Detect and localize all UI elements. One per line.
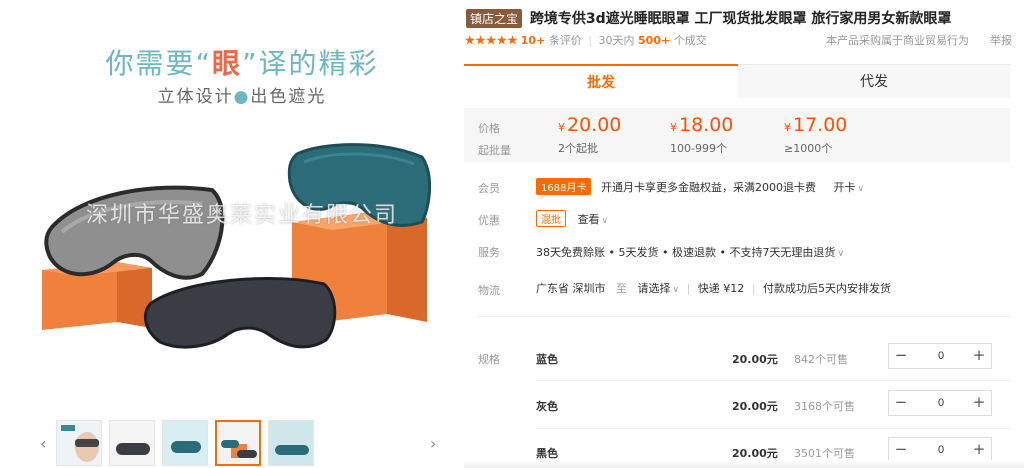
- tier-qty: 100-999个: [670, 142, 727, 155]
- row-divider: [536, 380, 1010, 381]
- quantity-input[interactable]: [919, 391, 963, 415]
- tab-dropship[interactable]: 代发: [738, 64, 1010, 98]
- sku-price: 20.00元: [732, 447, 778, 460]
- sku-label: 规格: [478, 353, 500, 366]
- product-gallery: 你需要“眼”译的精彩 立体设计●出色遮光 深圳市华盛奥莱实业有限公司 ‹ ›: [0, 0, 462, 468]
- currency-symbol: ¥: [670, 121, 677, 134]
- chevron-down-icon: ∨: [672, 285, 680, 295]
- thumbnail[interactable]: [268, 420, 314, 466]
- view-discount-button[interactable]: 查看 ∨: [578, 213, 609, 226]
- row-divider: [536, 428, 1010, 429]
- member-card-badge: 1688月卡: [536, 178, 592, 195]
- sku-stock: 3501个可售: [794, 447, 855, 460]
- discount-label: 优惠: [478, 214, 500, 227]
- sold-suffix: 个成交: [673, 34, 707, 47]
- discount-row: 混批 查看 ∨: [536, 210, 608, 227]
- quantity-stepper: − +: [888, 390, 992, 416]
- price-box: 价格 起批量 ¥20.00 2个起批 ¥18.00 100-999个 ¥17.0…: [464, 108, 1010, 162]
- destination-select[interactable]: 请选择 ∨: [638, 282, 680, 295]
- tier-price: 20.00: [567, 114, 622, 136]
- chevron-left-icon[interactable]: ‹: [40, 434, 46, 453]
- member-label: 会员: [478, 182, 500, 195]
- increase-button[interactable]: +: [967, 438, 991, 462]
- bottom-shadow: [464, 460, 1024, 468]
- express-fee: 快递 ¥12: [697, 282, 745, 295]
- sold-count: 500+: [638, 34, 671, 47]
- trade-notice: 本产品采购属于商业贸易行为: [826, 34, 970, 47]
- price-tier: ¥17.00 ≥1000个: [784, 114, 847, 156]
- sku-name: 蓝色: [536, 353, 558, 366]
- sku-stock: 842个可售: [794, 353, 848, 366]
- quantity-stepper: − +: [888, 343, 992, 369]
- thumbnail[interactable]: [162, 420, 208, 466]
- decrease-button[interactable]: −: [889, 391, 913, 415]
- sku-price: 20.00元: [732, 353, 778, 366]
- thumbnail-strip: ‹ ›: [40, 420, 442, 466]
- quantity-input[interactable]: [919, 438, 963, 462]
- moq-label: 起批量: [478, 144, 511, 157]
- logistics-row: 广东省 深圳市 至 请选择 ∨ | 快递 ¥12 | 付款成功后5天内安排发货: [536, 280, 891, 296]
- open-card-label: 开卡: [833, 181, 856, 194]
- open-card-button[interactable]: 开卡 ∨: [833, 181, 864, 194]
- rating-row: ★★★★★ 10+ 条评价 | 30天内 500+ 个成交 本产品采购属于商业贸…: [464, 32, 1012, 49]
- hero-subtitle: 立体设计●出色遮光: [157, 87, 327, 107]
- chevron-down-icon: ∨: [837, 249, 845, 259]
- divider: |: [686, 282, 691, 295]
- product-info: 镇店之宝 跨境专供3d遮光睡眠眼罩 工厂现货批发眼罩 旅行家用男女新款眼罩 ★★…: [464, 0, 1024, 468]
- divider: |: [751, 282, 756, 295]
- member-row: 1688月卡 开通月卡享更多金融权益，采满2000退卡费 开卡 ∨: [536, 178, 864, 195]
- currency-symbol: ¥: [558, 121, 565, 134]
- sold-prefix: 30天内: [598, 34, 635, 47]
- service-row[interactable]: 38天免费赊账 • 5天发货 • 极速退款 • 不支持7天无理由退货 ∨: [536, 244, 844, 260]
- price-tier: ¥18.00 100-999个: [670, 114, 733, 156]
- divider: |: [588, 34, 593, 47]
- currency-symbol: ¥: [784, 121, 791, 134]
- tier-qty: 2个起批: [558, 142, 598, 155]
- chevron-down-icon: ∨: [857, 184, 865, 194]
- view-discount-label: 查看: [577, 213, 600, 226]
- thumbnail[interactable]: [215, 420, 261, 466]
- tier-price: 17.00: [793, 114, 848, 136]
- logistics-label: 物流: [478, 284, 500, 297]
- to-label: 至: [616, 282, 627, 295]
- decrease-button[interactable]: −: [889, 344, 913, 368]
- thumbnail[interactable]: [109, 420, 155, 466]
- purchase-tabs: 批发 代发: [464, 64, 1010, 98]
- quantity-input[interactable]: [919, 344, 963, 368]
- price-label: 价格: [478, 122, 500, 135]
- product-title: 跨境专供3d遮光睡眠眼罩 工厂现货批发眼罩 旅行家用男女新款眼罩: [529, 11, 952, 27]
- destination-label: 请选择: [637, 282, 671, 295]
- service-text: 38天免费赊账 • 5天发货 • 极速退款 • 不支持7天无理由退货: [536, 246, 836, 259]
- sku-price: 20.00元: [732, 400, 778, 413]
- tier-qty: ≥1000个: [784, 142, 833, 155]
- decrease-button[interactable]: −: [889, 438, 913, 462]
- report-link[interactable]: 举报: [990, 34, 1012, 47]
- chevron-down-icon: ∨: [601, 216, 609, 226]
- sku-name: 灰色: [536, 400, 558, 413]
- reviews-label[interactable]: 条评价: [549, 34, 582, 47]
- price-tier: ¥20.00 2个起批: [558, 114, 621, 156]
- sku-stock: 3168个可售: [794, 400, 855, 413]
- reviews-count[interactable]: 10+: [521, 34, 546, 47]
- hero-title: 你需要“眼”译的精彩: [105, 47, 379, 80]
- star-rating-icon: ★★★★★: [464, 33, 518, 49]
- watermark: 深圳市华盛奥莱实业有限公司: [85, 203, 398, 228]
- member-text: 开通月卡享更多金融权益，采满2000退卡费: [600, 181, 816, 194]
- section-divider: [478, 316, 1010, 317]
- notice-area: 本产品采购属于商业贸易行为 举报: [826, 32, 1012, 48]
- sku-name: 黑色: [536, 447, 558, 460]
- title-row: 镇店之宝 跨境专供3d遮光睡眠眼罩 工厂现货批发眼罩 旅行家用男女新款眼罩: [466, 8, 951, 28]
- service-label: 服务: [478, 246, 500, 259]
- ship-from: 广东省 深圳市: [536, 282, 606, 295]
- shop-badge: 镇店之宝: [466, 8, 523, 28]
- chevron-right-icon[interactable]: ›: [430, 434, 436, 453]
- thumbnail[interactable]: [56, 420, 102, 466]
- delivery-note: 付款成功后5天内安排发货: [763, 282, 892, 295]
- increase-button[interactable]: +: [967, 391, 991, 415]
- tier-price: 18.00: [679, 114, 734, 136]
- increase-button[interactable]: +: [967, 344, 991, 368]
- main-product-image[interactable]: 你需要“眼”译的精彩 立体设计●出色遮光 深圳市华盛奥莱实业有限公司: [42, 22, 442, 410]
- tab-wholesale[interactable]: 批发: [464, 64, 738, 98]
- mixed-batch-badge: 混批: [536, 210, 566, 227]
